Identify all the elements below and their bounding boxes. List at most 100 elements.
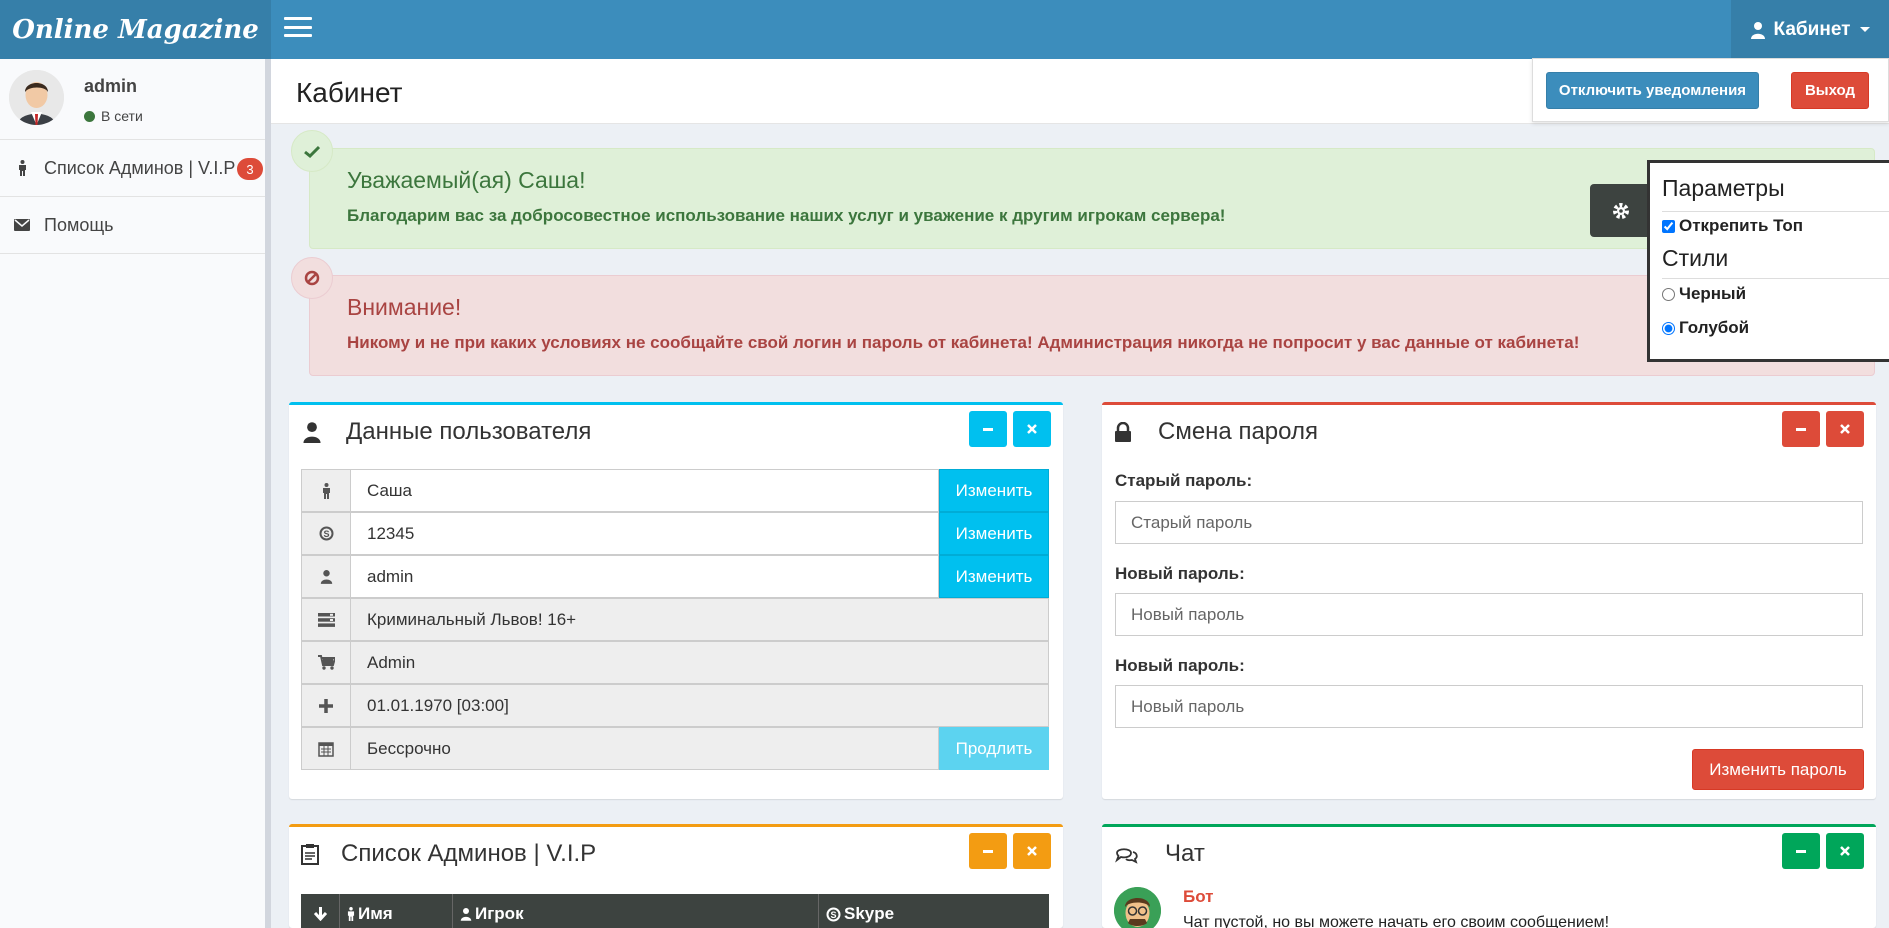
column-label: Skype [844, 904, 895, 923]
clipboard-icon [301, 844, 319, 865]
collapse-button[interactable] [1782, 411, 1820, 447]
sidebar-item-admins[interactable]: Список Админов | V.I.P 3 [0, 140, 265, 197]
close-button[interactable] [1826, 833, 1864, 869]
box-tools [1782, 411, 1864, 447]
user-field-server: Криминальный Львов! 16+ [301, 598, 1049, 641]
avatar [9, 70, 64, 125]
user-name-value: Саша [351, 469, 939, 512]
extend-button[interactable]: Продлить [939, 727, 1049, 770]
new-password-input[interactable] [1115, 593, 1863, 636]
minus-icon [983, 849, 993, 853]
change-password-box: Смена пароля Старый пароль: Новый пароль… [1102, 402, 1876, 799]
sidebar-toggle-icon[interactable] [284, 17, 312, 37]
logo[interactable]: Online Magazine [0, 0, 271, 59]
box-title: Чат [1165, 840, 1205, 867]
lock-icon [1115, 422, 1131, 442]
style-radio-black[interactable] [1662, 287, 1675, 301]
close-button[interactable] [1826, 411, 1864, 447]
minus-icon [983, 427, 993, 431]
close-icon [1027, 424, 1037, 434]
user-data-box: Данные пользователя Саша Изменить S 1234… [289, 402, 1063, 799]
style-option-blue[interactable]: Голубой [1662, 318, 1749, 338]
success-alert-text: Благодарим вас за добросовестное использ… [347, 206, 1226, 225]
settings-toggle[interactable] [1590, 184, 1652, 237]
chat-sender[interactable]: Бот [1183, 887, 1214, 907]
settings-title: Параметры [1662, 175, 1785, 201]
unpin-top-checkbox[interactable] [1662, 219, 1675, 233]
collapse-button[interactable] [969, 833, 1007, 869]
unpin-top-option[interactable]: Открепить Топ [1662, 216, 1803, 236]
user-icon [303, 422, 321, 443]
style-label: Черный [1679, 284, 1747, 303]
close-button[interactable] [1013, 411, 1051, 447]
skype-icon: S [301, 512, 351, 555]
user-icon [460, 908, 472, 921]
user-panel: admin В сети [0, 59, 265, 140]
user-group-value: Admin [351, 641, 1049, 684]
plus-icon [301, 684, 351, 727]
user-field-login: admin Изменить [301, 555, 1049, 598]
male-icon [14, 160, 30, 176]
logout-button[interactable]: Выход [1791, 72, 1869, 109]
user-server-value: Криминальный Львов! 16+ [351, 598, 1049, 641]
check-icon [291, 130, 333, 172]
box-tools [969, 411, 1051, 447]
user-field-skype: S 12345 Изменить [301, 512, 1049, 555]
collapse-button[interactable] [1782, 833, 1820, 869]
old-password-input[interactable] [1115, 501, 1863, 544]
column-player[interactable]: Игрок [453, 894, 819, 928]
user-status: В сети [84, 108, 143, 124]
change-login-button[interactable]: Изменить [939, 555, 1049, 598]
user-date-value: 01.01.1970 [03:00] [351, 684, 1049, 727]
user-field-term: Бессрочно Продлить [301, 727, 1049, 770]
admins-header: Список Админов | V.I.P [301, 840, 596, 868]
caret-down-icon [1860, 27, 1871, 32]
styles-title: Стили [1662, 245, 1729, 271]
admins-box: Список Админов | V.I.P Имя Игрок S Skype [289, 824, 1063, 928]
danger-alert-text: Никому и не при каких условиях не сообща… [347, 333, 1580, 352]
sort-column[interactable] [301, 894, 340, 928]
new-password-label: Новый пароль: [1115, 564, 1245, 583]
user-field-name: Саша Изменить [301, 469, 1049, 512]
danger-alert-title: Внимание! [347, 294, 462, 320]
column-skype[interactable]: S Skype [819, 894, 1049, 928]
user-term-value: Бессрочно [351, 727, 939, 770]
close-button[interactable] [1013, 833, 1051, 869]
user-field-group: Admin [301, 641, 1049, 684]
style-radio-blue[interactable] [1662, 321, 1675, 335]
change-skype-button[interactable]: Изменить [939, 512, 1049, 555]
danger-alert: Внимание! Никому и не при каких условиях… [309, 275, 1875, 376]
minus-icon [1796, 849, 1806, 853]
style-label: Голубой [1679, 318, 1750, 337]
bot-avatar [1114, 887, 1161, 928]
user-login-value: admin [351, 555, 939, 598]
sidebar-item-help[interactable]: Помощь [0, 197, 265, 254]
divider [1662, 278, 1889, 279]
column-label: Имя [358, 904, 393, 923]
box-tools [1782, 833, 1864, 869]
close-icon [1840, 424, 1850, 434]
gear-icon [1613, 202, 1629, 219]
box-title: Список Админов | V.I.P [341, 840, 597, 867]
column-name[interactable]: Имя [340, 894, 453, 928]
chat-header: Чат [1115, 840, 1205, 868]
user-icon [301, 555, 351, 598]
user-skype-value: 12345 [351, 512, 939, 555]
arrow-down-icon [313, 907, 327, 921]
repeat-password-label: Новый пароль: [1115, 656, 1245, 675]
repeat-password-input[interactable] [1115, 685, 1863, 728]
sidebar-item-label: Список Админов | V.I.P [44, 157, 236, 178]
change-password-button[interactable]: Изменить пароль [1692, 749, 1864, 790]
settings-panel: Параметры Открепить Топ Стили Черный Гол… [1647, 160, 1889, 362]
style-option-black[interactable]: Черный [1662, 284, 1746, 304]
cabinet-dropdown-toggle[interactable]: Кабинет [1731, 0, 1889, 59]
admins-count-badge: 3 [237, 158, 263, 180]
minus-icon [1796, 427, 1806, 431]
success-alert-title: Уважаемый(ая) Саша! [347, 167, 586, 193]
box-title: Смена пароля [1158, 418, 1318, 445]
disable-notifications-button[interactable]: Отключить уведомления [1546, 72, 1759, 109]
collapse-button[interactable] [969, 411, 1007, 447]
svg-text:S: S [830, 910, 836, 920]
change-name-button[interactable]: Изменить [939, 469, 1049, 512]
envelope-icon [14, 219, 30, 231]
